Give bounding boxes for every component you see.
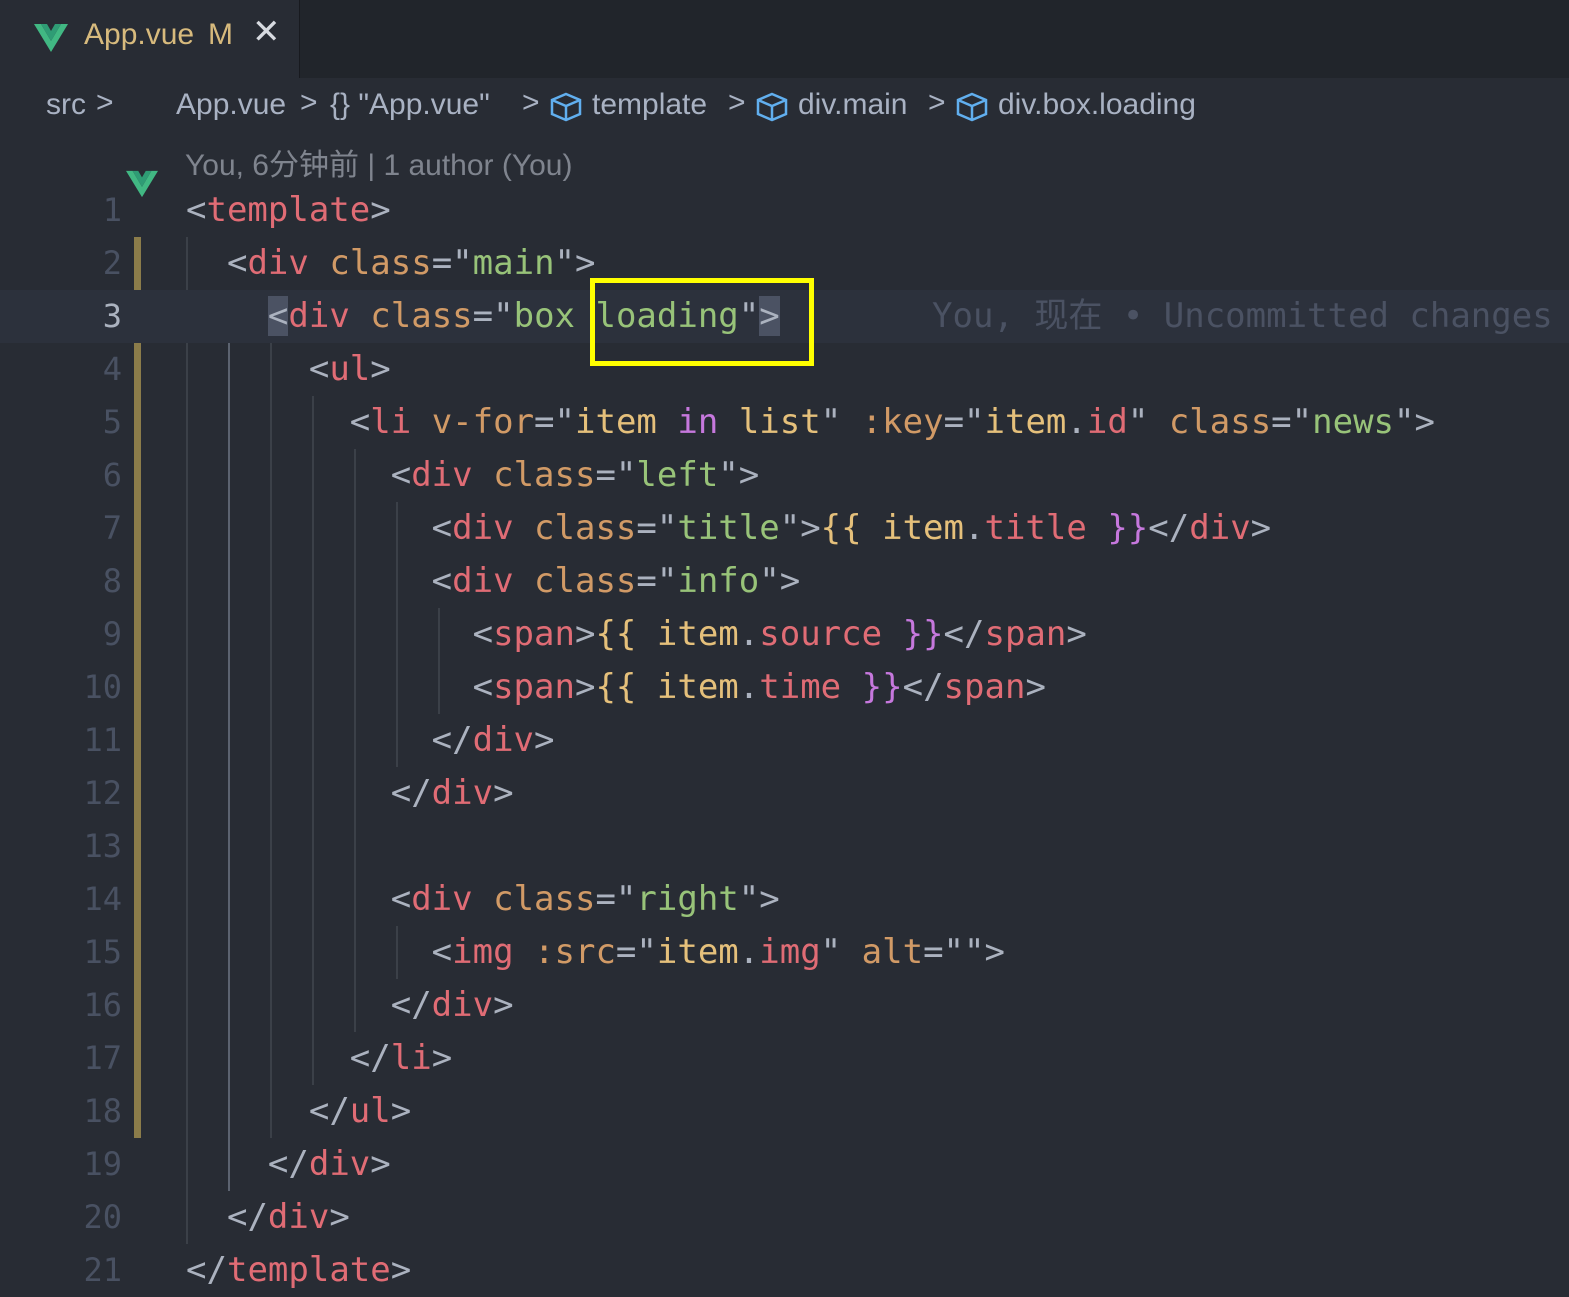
breadcrumb-item-file[interactable]: App.vue bbox=[176, 88, 286, 122]
code-editor[interactable]: 1 <template> 2 <div class="main"> 3 <div cl… bbox=[0, 184, 1569, 1296]
line-number: 21 bbox=[83, 1251, 122, 1289]
code-text[interactable]: </li> bbox=[186, 1032, 452, 1085]
line-number: 19 bbox=[83, 1145, 122, 1183]
breadcrumb-item-div-main[interactable]: div.main bbox=[798, 88, 907, 122]
code-text[interactable]: </div> bbox=[186, 1138, 391, 1191]
modified-badge: M bbox=[208, 18, 233, 51]
breadcrumb: src > App.vue > {} "App.vue" > template … bbox=[0, 78, 1569, 198]
code-line[interactable]: 13 bbox=[0, 820, 1569, 873]
line-number: 7 bbox=[102, 509, 122, 547]
line-number: 11 bbox=[83, 721, 122, 759]
code-text[interactable]: <div class="right"> bbox=[186, 873, 780, 926]
chevron-right-icon: > bbox=[728, 86, 746, 119]
cube-icon bbox=[550, 92, 582, 122]
cube-icon bbox=[756, 92, 788, 122]
code-line[interactable]: 20 </div> bbox=[0, 1191, 1569, 1244]
line-number: 3 bbox=[102, 297, 122, 335]
breadcrumb-item-div-box-loading[interactable]: div.box.loading bbox=[998, 88, 1196, 122]
code-text[interactable]: <div class="main"> bbox=[186, 237, 596, 290]
code-line[interactable]: 16 </div> bbox=[0, 979, 1569, 1032]
code-line[interactable]: 7 <div class="title">{{ item.title }}</d… bbox=[0, 502, 1569, 555]
code-text[interactable]: <span>{{ item.time }}</span> bbox=[186, 661, 1046, 714]
code-text[interactable]: <div class="box loading"> bbox=[186, 290, 780, 343]
code-line[interactable]: 17 </li> bbox=[0, 1032, 1569, 1085]
line-number: 9 bbox=[102, 615, 122, 653]
code-line[interactable]: 12 </div> bbox=[0, 767, 1569, 820]
line-number: 1 bbox=[102, 191, 122, 229]
breadcrumb-item-src[interactable]: src bbox=[46, 88, 86, 122]
tab-label: App.vue bbox=[84, 18, 195, 51]
code-line[interactable]: 2 <div class="main"> bbox=[0, 237, 1569, 290]
line-number: 8 bbox=[102, 562, 122, 600]
code-line[interactable]: 15 <img :src="item.img" alt=""> bbox=[0, 926, 1569, 979]
line-number: 14 bbox=[83, 880, 122, 918]
line-number: 17 bbox=[83, 1039, 122, 1077]
cube-icon bbox=[956, 92, 988, 122]
code-text[interactable]: <ul> bbox=[186, 343, 391, 396]
code-line[interactable]: 18 </ul> bbox=[0, 1085, 1569, 1138]
code-text[interactable]: </div> bbox=[186, 1191, 350, 1244]
codelens-blame[interactable]: You, 6分钟前 | 1 author (You) bbox=[185, 140, 572, 184]
code-line[interactable]: 8 <div class="info"> bbox=[0, 555, 1569, 608]
code-line[interactable]: 3 <div class="box loading"> You, 现在 • Unc… bbox=[0, 290, 1569, 343]
line-number: 2 bbox=[102, 244, 122, 282]
code-line[interactable]: 1 <template> bbox=[0, 184, 1569, 237]
line-number: 13 bbox=[83, 827, 122, 865]
line-number: 15 bbox=[83, 933, 122, 971]
breadcrumb-item-template[interactable]: template bbox=[592, 88, 707, 122]
close-icon[interactable]: ✕ bbox=[252, 12, 281, 52]
code-text[interactable]: <div class="title">{{ item.title }}</div… bbox=[186, 502, 1272, 555]
code-line[interactable]: 11 </div> bbox=[0, 714, 1569, 767]
line-number: 4 bbox=[102, 350, 122, 388]
breadcrumb-item-module[interactable]: {} "App.vue" bbox=[330, 88, 490, 122]
code-text[interactable]: <span>{{ item.source }}</span> bbox=[186, 608, 1087, 661]
chevron-right-icon: > bbox=[96, 86, 114, 119]
code-text[interactable]: </ul> bbox=[186, 1085, 411, 1138]
chevron-right-icon: > bbox=[300, 86, 318, 119]
code-line[interactable]: 21 </template> bbox=[0, 1244, 1569, 1297]
code-text[interactable]: </div> bbox=[186, 767, 514, 820]
line-number: 10 bbox=[83, 668, 122, 706]
code-line[interactable]: 6 <div class="left"> bbox=[0, 449, 1569, 502]
chevron-right-icon: > bbox=[928, 86, 946, 119]
code-line[interactable]: 10 <span>{{ item.time }}</span> bbox=[0, 661, 1569, 714]
chevron-right-icon: > bbox=[522, 86, 540, 119]
line-number: 6 bbox=[102, 456, 122, 494]
code-line[interactable]: 4 <ul> bbox=[0, 343, 1569, 396]
code-text[interactable]: <template> bbox=[186, 184, 391, 237]
line-number: 12 bbox=[83, 774, 122, 812]
code-text[interactable]: </template> bbox=[186, 1244, 411, 1297]
code-line[interactable]: 9 <span>{{ item.source }}</span> bbox=[0, 608, 1569, 661]
code-text[interactable]: </div> bbox=[186, 979, 514, 1032]
line-number: 16 bbox=[83, 986, 122, 1024]
line-number: 5 bbox=[102, 403, 122, 441]
code-text[interactable]: <div class="left"> bbox=[186, 449, 760, 502]
code-text[interactable]: </div> bbox=[186, 714, 555, 767]
code-text[interactable]: <div class="info"> bbox=[186, 555, 801, 608]
code-text[interactable]: <li v-for="item in list" :key="item.id" … bbox=[186, 396, 1435, 449]
code-line[interactable]: 14 <div class="right"> bbox=[0, 873, 1569, 926]
inline-blame-annotation: You, 现在 • Uncommitted changes bbox=[932, 296, 1553, 336]
code-line[interactable]: 19 </div> bbox=[0, 1138, 1569, 1191]
tab-app-vue[interactable]: App.vue M ✕ bbox=[0, 0, 300, 78]
line-number: 20 bbox=[83, 1198, 122, 1236]
tab-bar: App.vue M ✕ bbox=[0, 0, 1569, 78]
line-number: 18 bbox=[83, 1092, 122, 1130]
vue-icon bbox=[34, 24, 68, 52]
code-line[interactable]: 5 <li v-for="item in list" :key="item.id… bbox=[0, 396, 1569, 449]
code-text[interactable]: <img :src="item.img" alt=""> bbox=[186, 926, 1005, 979]
